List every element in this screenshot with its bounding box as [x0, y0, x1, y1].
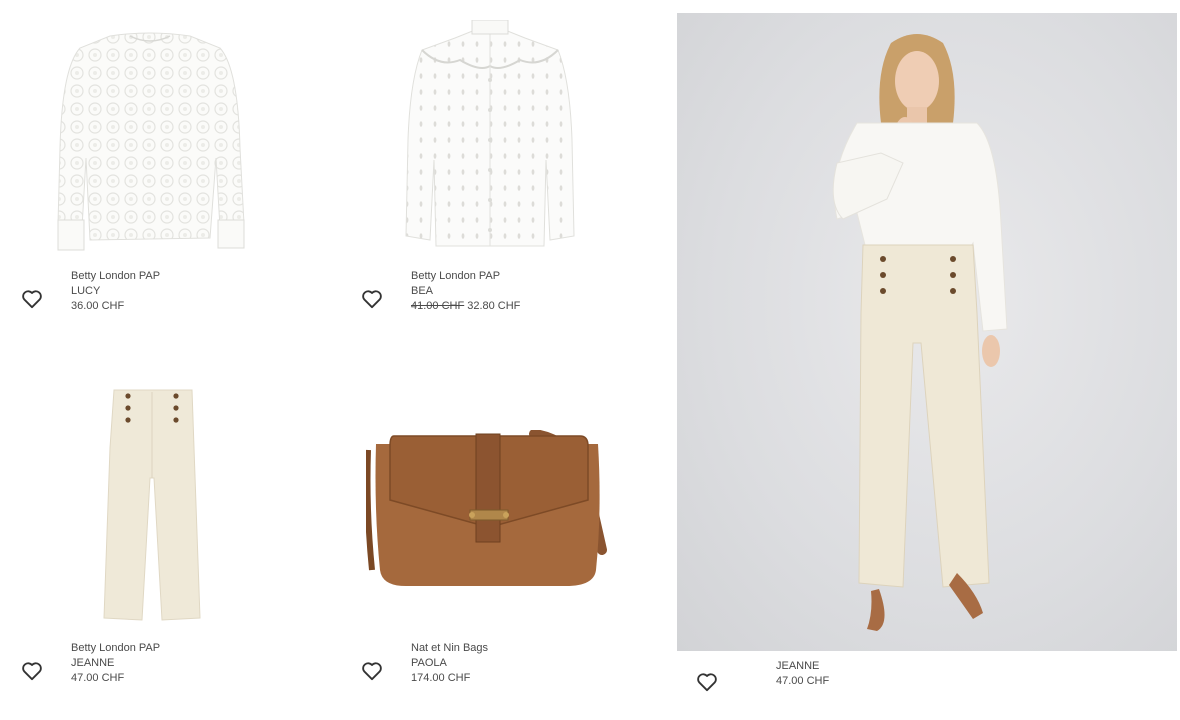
wishlist-button[interactable]: [696, 672, 718, 692]
product-price: 36.00 CHF: [71, 300, 125, 312]
product-name[interactable]: BEA: [411, 284, 520, 299]
product-card-paola[interactable]: Nat et Nin Bags PAOLA 174.00 CHF: [340, 360, 670, 700]
heart-outline-icon: [697, 673, 717, 692]
ruffle-blouse-illustration: [405, 20, 575, 247]
product-info: Betty London PAP BEA 41.00 CHF 32.80 CHF: [411, 269, 520, 314]
product-brand: Betty London PAP: [71, 642, 161, 654]
trousers-illustration: [103, 389, 201, 621]
heart-outline-icon: [362, 290, 382, 309]
featured-model-image[interactable]: [677, 13, 1177, 651]
blouse-illustration: [57, 32, 245, 251]
product-brand: Betty London PAP: [71, 270, 161, 282]
product-name[interactable]: LUCY: [71, 284, 160, 299]
featured-product-info: JEANNE 47.00 CHF: [776, 659, 829, 689]
product-image-jeanne[interactable]: [100, 388, 205, 624]
product-image-paola[interactable]: [366, 430, 610, 590]
model-illustration: [832, 34, 1008, 631]
product-old-price: 41.00 CHF: [411, 300, 465, 312]
product-price-row: 41.00 CHF 32.80 CHF: [411, 299, 520, 314]
product-brand: Nat et Nin Bags: [411, 642, 489, 654]
featured-product-price: 47.00 CHF: [776, 675, 830, 687]
heart-outline-icon: [22, 662, 42, 681]
heart-outline-icon: [22, 290, 42, 309]
heart-outline-icon: [362, 662, 382, 681]
featured-product-name[interactable]: JEANNE: [776, 659, 829, 674]
product-info: Nat et Nin Bags PAOLA 174.00 CHF: [411, 641, 488, 686]
featured-product-card[interactable]: JEANNE 47.00 CHF: [677, 13, 1177, 713]
bag-illustration: [366, 430, 607, 586]
wishlist-button[interactable]: [361, 661, 383, 681]
product-card-lucy[interactable]: Betty London PAP LUCY 36.00 CHF: [0, 0, 330, 330]
product-price: 174.00 CHF: [411, 672, 471, 684]
product-info: Betty London PAP LUCY 36.00 CHF: [71, 269, 160, 314]
wishlist-button[interactable]: [361, 289, 383, 309]
product-brand: Betty London PAP: [411, 270, 501, 282]
product-info: Betty London PAP JEANNE 47.00 CHF: [71, 641, 160, 686]
product-image-bea[interactable]: [400, 20, 580, 252]
wishlist-button[interactable]: [21, 289, 43, 309]
product-price: 47.00 CHF: [71, 672, 125, 684]
product-card-jeanne[interactable]: Betty London PAP JEANNE 47.00 CHF: [0, 360, 330, 700]
product-name[interactable]: JEANNE: [71, 656, 160, 671]
wishlist-button[interactable]: [21, 661, 43, 681]
product-price: 32.80 CHF: [467, 300, 521, 312]
product-name[interactable]: PAOLA: [411, 656, 488, 671]
product-card-bea[interactable]: Betty London PAP BEA 41.00 CHF 32.80 CHF: [340, 0, 670, 330]
product-image-lucy[interactable]: [50, 28, 250, 258]
